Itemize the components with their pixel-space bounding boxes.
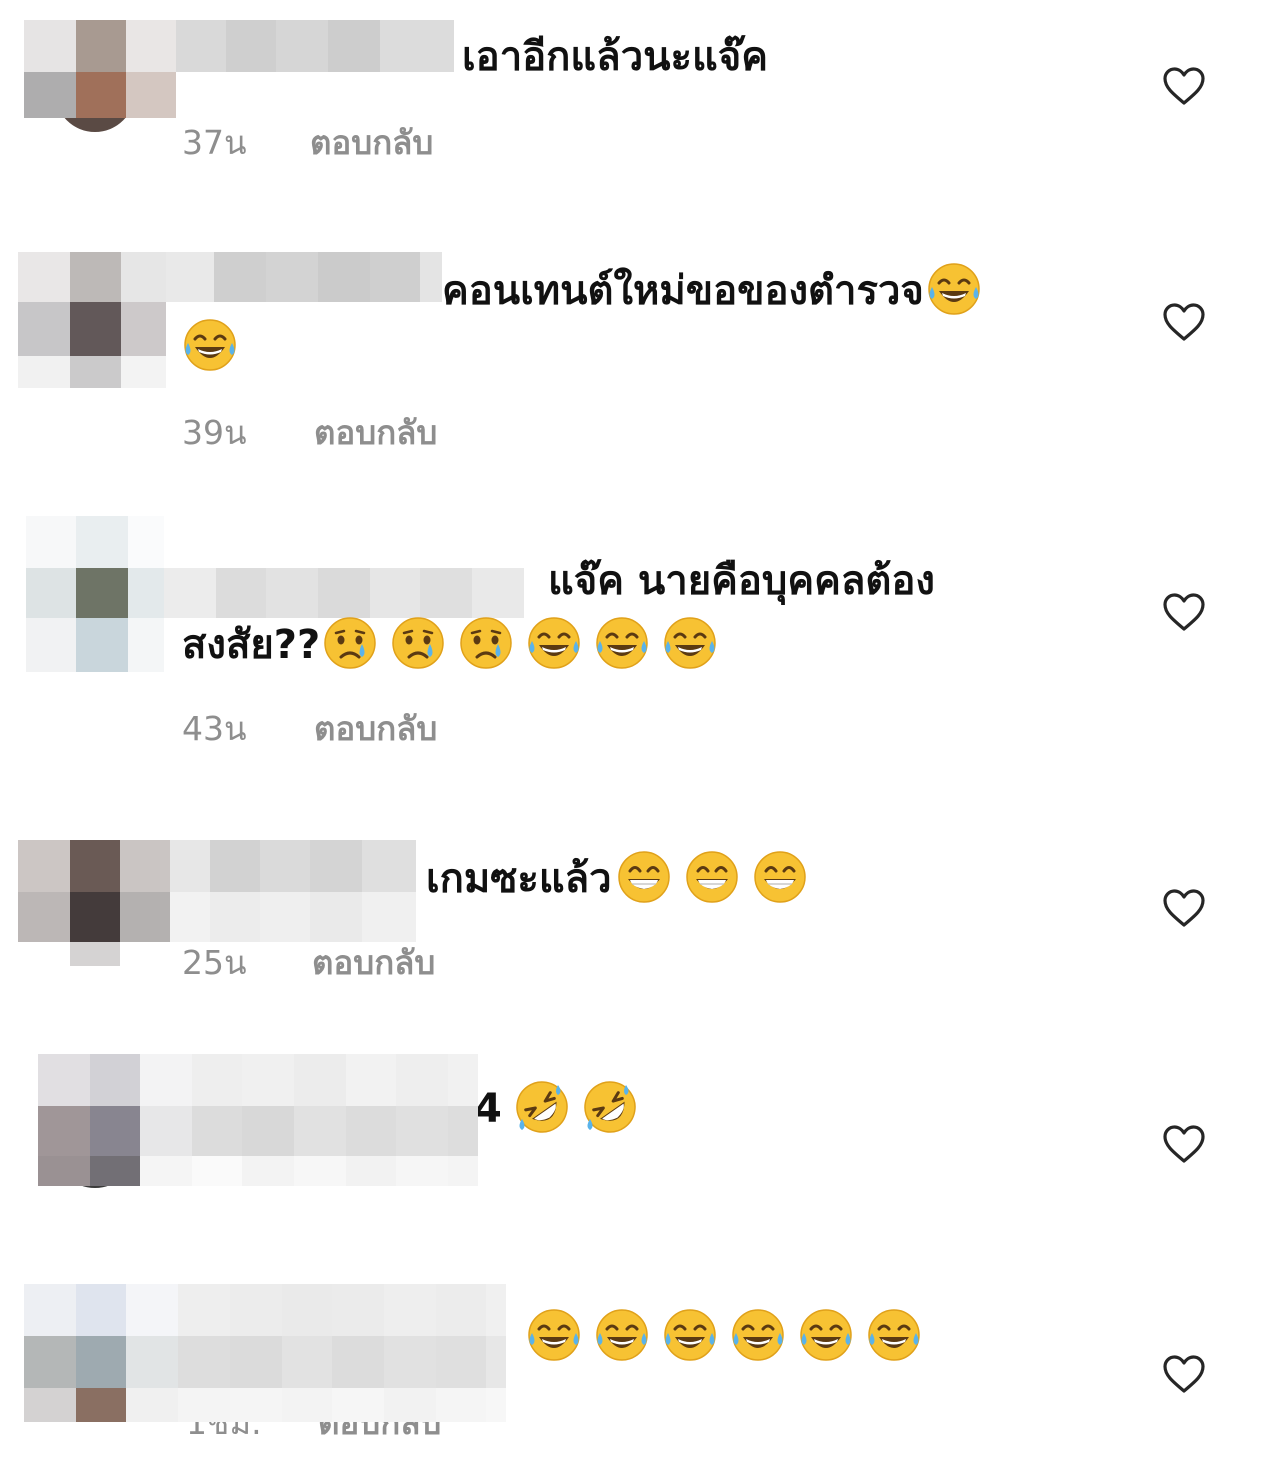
comment-text: เกมซะแล้ว <box>426 850 820 909</box>
comment-text: แจ๊ค นายคือบุคคลต้อง <box>548 558 935 604</box>
censored-username <box>38 1054 478 1186</box>
heart-icon[interactable] <box>1162 302 1206 342</box>
comment-text: เอาอีกแล้วนะแจ๊ค <box>462 34 768 80</box>
tears-of-joy-emoji <box>926 261 982 317</box>
comment-text-line2: สงสัย?? <box>182 616 730 675</box>
comment-4: เกมซะแล้ว 25น ตอบกลับ <box>0 800 1280 1040</box>
comment-meta: 37น ตอบกลับ <box>182 116 433 169</box>
comment-meta: 39น ตอบกลับ <box>182 406 437 459</box>
comment-text <box>526 1308 934 1367</box>
reply-button[interactable]: ตอบกลับ <box>310 116 433 169</box>
timestamp: 37น <box>182 123 247 162</box>
censored-username <box>24 20 454 118</box>
heart-icon[interactable] <box>1162 592 1206 632</box>
timestamp: 39น <box>182 413 247 452</box>
tears-of-joy-emoji <box>662 615 718 671</box>
timestamp: 43น <box>182 709 247 748</box>
crying-emoji <box>458 615 514 671</box>
grinning-emoji <box>684 849 740 905</box>
timestamp: 25น <box>182 943 247 982</box>
crying-emoji <box>390 615 446 671</box>
comment-2: คอนเทนต์ใหม่ขอของตำรวจ 39น ตอบกลับ <box>0 230 1280 500</box>
comment-1: เอาอีกแล้วนะแจ๊ค 37น ตอบกลับ <box>0 0 1280 230</box>
grinning-emoji <box>752 849 808 905</box>
reply-button[interactable]: ตอบกลับ <box>314 406 437 459</box>
reply-button[interactable]: ตอบกลับ <box>312 936 435 989</box>
rofl-emoji <box>582 1079 638 1135</box>
comment-text: คอนเทนต์ใหม่ขอของตำรวจ <box>442 262 994 321</box>
tears-of-joy-emoji <box>526 615 582 671</box>
rofl-emoji <box>514 1079 570 1135</box>
comment-6: 1ชม. ตอบกลับ <box>0 1270 1280 1475</box>
heart-icon[interactable] <box>1162 66 1206 106</box>
tears-of-joy-emoji <box>798 1307 854 1363</box>
heart-icon[interactable] <box>1162 1124 1206 1164</box>
comment-meta: 25น ตอบกลับ <box>182 936 435 989</box>
tears-of-joy-emoji <box>594 1307 650 1363</box>
tears-of-joy-emoji <box>182 317 238 373</box>
heart-icon[interactable] <box>1162 888 1206 928</box>
comment-3: แจ๊ค นายคือบุคคลต้อง สงสัย?? 43น ตอบกลับ <box>0 500 1280 800</box>
reply-button[interactable]: ตอบกลับ <box>314 702 437 755</box>
tears-of-joy-emoji <box>526 1307 582 1363</box>
tears-of-joy-emoji <box>866 1307 922 1363</box>
tears-of-joy-emoji <box>594 615 650 671</box>
heart-icon[interactable] <box>1162 1354 1206 1394</box>
censored-username <box>24 1284 506 1422</box>
comment-text-line2 <box>182 318 250 377</box>
tears-of-joy-emoji <box>730 1307 786 1363</box>
comment-5: 4 <box>0 1040 1280 1270</box>
comment-text: 4 <box>474 1080 650 1139</box>
crying-emoji <box>322 615 378 671</box>
grinning-emoji <box>616 849 672 905</box>
tears-of-joy-emoji <box>662 1307 718 1363</box>
comment-meta: 43น ตอบกลับ <box>182 702 437 755</box>
